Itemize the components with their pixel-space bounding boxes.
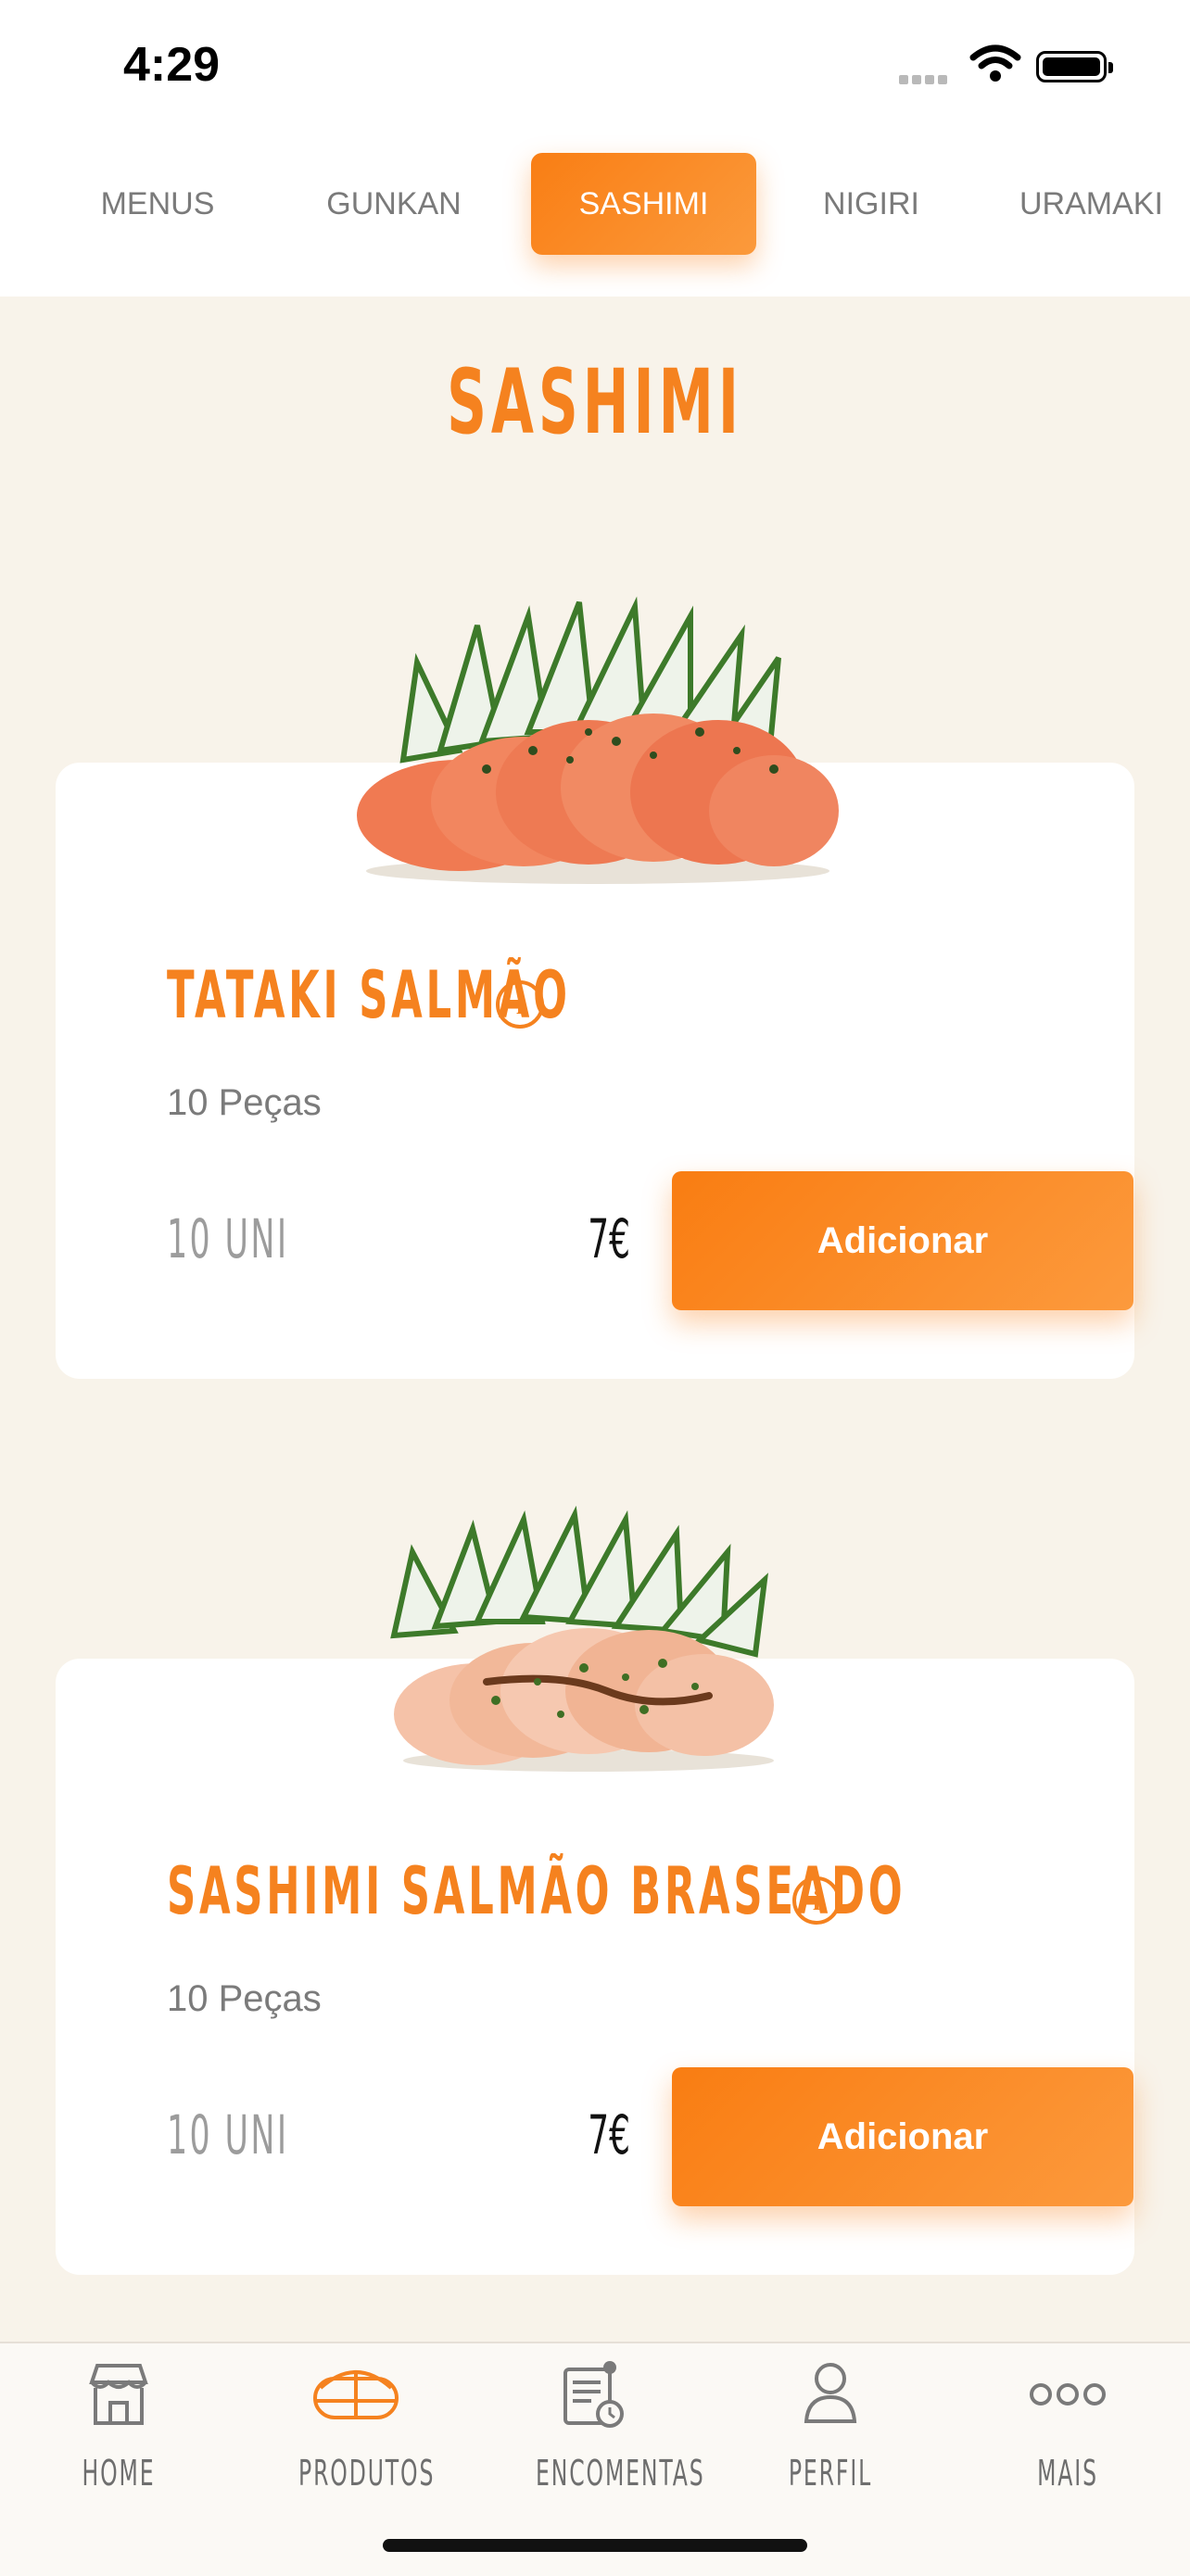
braised-salmon-sashimi-plate [390, 1506, 774, 1772]
nav-label: PERFIL [788, 2453, 873, 2494]
product-price: 7€ [588, 2103, 630, 2166]
product-pieces: 10 Peças [167, 1978, 322, 2019]
info-icon[interactable]: i [792, 1876, 841, 1925]
battery-icon [1036, 51, 1113, 82]
nav-label: HOME [82, 2453, 156, 2494]
add-button[interactable]: Adicionar [672, 1171, 1133, 1310]
cellular-signal-icon [899, 72, 951, 89]
add-button[interactable]: Adicionar [672, 2067, 1133, 2206]
nav-label: MAIS [1037, 2453, 1098, 2494]
nav-encomentas[interactable]: ENCOMENTAS [500, 2343, 705, 2529]
wifi-icon [969, 44, 1021, 82]
store-icon [89, 2364, 148, 2425]
nav-home[interactable]: HOME [26, 2343, 211, 2529]
salmon-tataki-plate [357, 596, 839, 884]
more-icon [1030, 2383, 1106, 2406]
nav-mais[interactable]: MAIS [975, 2343, 1160, 2529]
nav-produtos[interactable]: PRODUTOS [263, 2343, 449, 2529]
tab-gunkan[interactable]: GUNKAN [310, 153, 477, 255]
tab-menus[interactable]: MENUS [83, 153, 232, 255]
nav-label: ENCOMENTAS [536, 2453, 705, 2494]
product-pieces: 10 Peças [167, 1082, 322, 1123]
sushi-icon [313, 2370, 399, 2419]
nav-label: PRODUTOS [298, 2453, 436, 2494]
category-tabs: MENUS GUNKAN SASHIMI NIGIRI URAMAKI [0, 153, 1190, 255]
info-icon[interactable]: i [496, 980, 544, 1029]
tab-sashimi[interactable]: SASHIMI [531, 153, 756, 255]
page-title: SASHIMI [447, 350, 743, 454]
tab-nigiri[interactable]: NIGIRI [806, 153, 936, 255]
nav-perfil[interactable]: PERFIL [738, 2343, 923, 2529]
product-unit: 10 UNI [167, 1207, 289, 1270]
product-unit: 10 UNI [167, 2103, 289, 2166]
top-bar: 4:29 MENUS GUNKAN SASHIMI NIGIRI URAMAKI [0, 0, 1190, 297]
tab-uramaki[interactable]: URAMAKI [1019, 153, 1190, 255]
user-icon [804, 2363, 857, 2423]
product-price: 7€ [588, 1207, 630, 1270]
status-time: 4:29 [123, 38, 221, 92]
orders-icon [563, 2361, 624, 2428]
home-indicator[interactable] [383, 2539, 807, 2552]
